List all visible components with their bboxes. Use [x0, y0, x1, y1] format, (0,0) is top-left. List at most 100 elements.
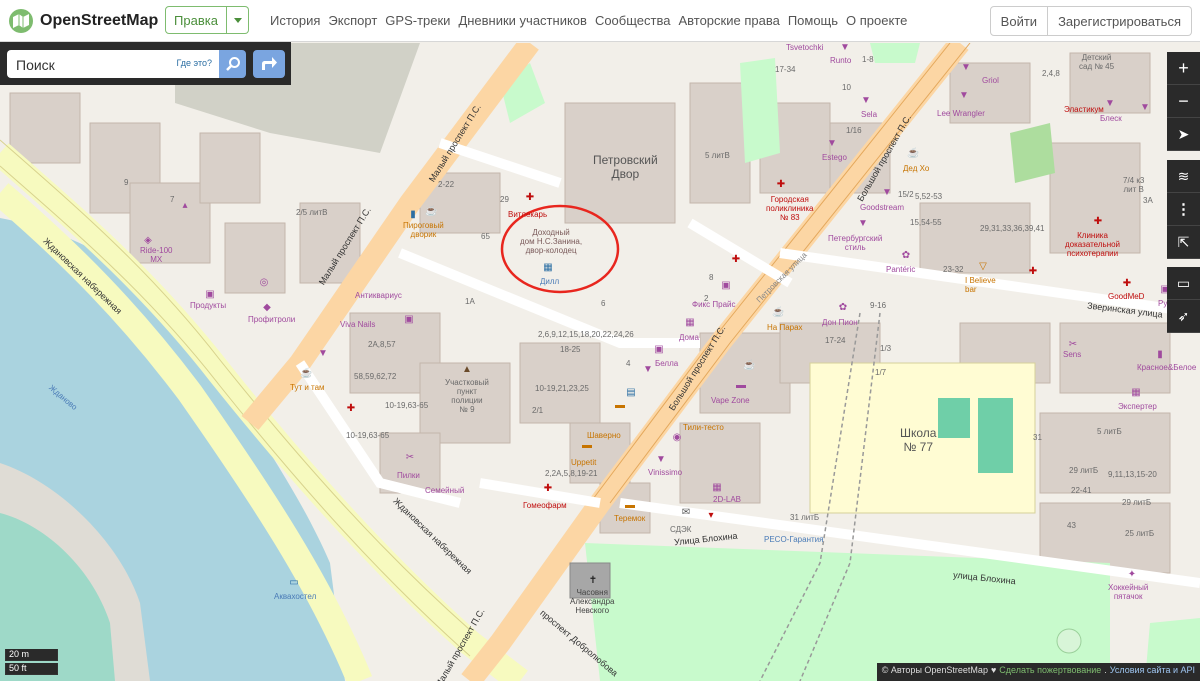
clothes-icon[interactable]: ▼: [643, 365, 653, 375]
house-number: 65: [481, 232, 490, 241]
bicycle-icon[interactable]: ◈: [143, 236, 153, 246]
nav-copyright[interactable]: Авторские права: [678, 13, 779, 28]
nav-about[interactable]: О проекте: [846, 13, 907, 28]
optician-icon[interactable]: ◉: [672, 433, 682, 443]
wine-icon[interactable]: ▼: [656, 455, 666, 465]
pharmacy-icon[interactable]: ✚: [525, 193, 535, 203]
dentist-icon[interactable]: ▾: [706, 511, 716, 521]
clothes-icon[interactable]: ▼: [882, 188, 892, 198]
terms-link[interactable]: Условия сайта и API: [1110, 665, 1195, 679]
label-sdek: СДЭК: [670, 525, 692, 534]
shop-icon[interactable]: ▦: [685, 318, 695, 328]
house-number: 10-19,63-65: [385, 401, 429, 410]
info-icon: ⋮: [1176, 201, 1191, 218]
post-icon[interactable]: ✉: [681, 508, 691, 518]
clothes-icon[interactable]: ▼: [861, 96, 871, 106]
clothes-icon[interactable]: ▼: [827, 139, 837, 149]
zoom-out-button[interactable]: −: [1167, 85, 1200, 118]
layers-button[interactable]: ≋: [1167, 160, 1200, 193]
clothes-icon[interactable]: ▼: [318, 349, 328, 359]
nav-communities[interactable]: Сообщества: [595, 13, 671, 28]
search-button[interactable]: [219, 50, 246, 78]
house-number: 7: [170, 195, 175, 204]
pet-icon[interactable]: ✿: [901, 251, 911, 261]
supermarket-icon[interactable]: ▦: [543, 263, 553, 273]
chevron-down-icon: [233, 17, 242, 23]
cafe-icon[interactable]: ☕: [425, 207, 437, 217]
login-button[interactable]: Войти: [989, 6, 1049, 36]
cafe-icon[interactable]: ☕: [743, 361, 755, 371]
shop-icon[interactable]: ▼: [1105, 99, 1115, 109]
hotel-icon[interactable]: ▤: [626, 388, 636, 398]
shop-icon[interactable]: ▦: [712, 483, 722, 493]
label-runto: Runto: [830, 56, 852, 65]
shop-icon[interactable]: ▼: [1140, 103, 1150, 113]
clinic-icon[interactable]: ✚: [776, 180, 786, 190]
beauty-icon[interactable]: ✂: [1068, 340, 1078, 350]
cafe-icon[interactable]: ☕: [300, 369, 312, 379]
doctor-icon[interactable]: ✚: [346, 404, 356, 414]
add-note-button[interactable]: ▭: [1167, 267, 1200, 300]
signup-button[interactable]: Зарегистрироваться: [1048, 6, 1192, 36]
info-button[interactable]: ⋮: [1167, 193, 1200, 226]
fast-food-icon[interactable]: ▬: [615, 401, 625, 411]
share-button[interactable]: ⇱: [1167, 226, 1200, 259]
edit-dropdown-button[interactable]: [227, 6, 249, 34]
bar-icon[interactable]: ▽: [978, 262, 988, 272]
convenience-icon[interactable]: ▣: [205, 290, 215, 300]
label-panteric: Pantéric: [886, 265, 916, 274]
clinic-icon[interactable]: ✚: [1122, 279, 1132, 289]
brand[interactable]: OpenStreetMap: [8, 8, 158, 34]
label-sens: Sens: [1063, 350, 1082, 359]
clothes-icon[interactable]: ▼: [858, 219, 868, 229]
label-semeyny: Семейный: [425, 486, 465, 495]
bakery-icon[interactable]: ◆: [262, 303, 272, 313]
shop-icon[interactable]: ▼: [840, 43, 850, 53]
label-tili-testo: Тили-тесто: [683, 423, 724, 432]
shop-icon[interactable]: ▣: [404, 315, 414, 325]
shop-icon[interactable]: ▼: [961, 63, 971, 73]
map-canvas[interactable]: Петровский Двор Доходный дом Н.С.Занина,…: [0, 43, 1200, 681]
nav-help[interactable]: Помощь: [788, 13, 838, 28]
shop-icon[interactable]: ▴: [180, 201, 190, 211]
label-ride: Ride-100 MX: [140, 246, 173, 264]
directions-button[interactable]: [253, 50, 285, 78]
hostel-icon[interactable]: ▭: [289, 578, 299, 588]
bus-stop-icon[interactable]: ▮: [408, 210, 418, 220]
doctor-icon[interactable]: ✚: [1028, 267, 1038, 277]
house-number: 43: [1067, 521, 1076, 530]
shop-icon[interactable]: ▣: [654, 345, 664, 355]
police-icon[interactable]: ▲: [462, 365, 472, 375]
nav-history[interactable]: История: [270, 13, 320, 28]
clinic-icon[interactable]: ✚: [1093, 217, 1103, 227]
florist-icon[interactable]: ✿: [838, 303, 848, 313]
fast-food-icon[interactable]: ▬: [625, 501, 635, 511]
restaurant-icon[interactable]: ☕: [907, 149, 919, 159]
shop-icon[interactable]: ▣: [721, 281, 731, 291]
where-is-this-link[interactable]: Где это?: [177, 58, 212, 68]
nav-export[interactable]: Экспорт: [328, 13, 377, 28]
cafe-icon[interactable]: ☕: [772, 308, 784, 318]
vape-icon[interactable]: ▬: [736, 381, 746, 391]
alcohol-icon[interactable]: ▮: [1155, 350, 1165, 360]
fast-food-icon[interactable]: ▬: [582, 441, 592, 451]
donate-link[interactable]: Сделать пожертвование: [999, 665, 1101, 679]
query-features-button[interactable]: ➶: [1167, 300, 1200, 333]
pharmacy-icon[interactable]: ✚: [543, 484, 553, 494]
shop-icon[interactable]: ▦: [1131, 388, 1141, 398]
nav-diaries[interactable]: Дневники участников: [458, 13, 587, 28]
beauty-icon[interactable]: ✂: [405, 453, 415, 463]
edit-button[interactable]: Правка: [165, 6, 227, 34]
church-icon[interactable]: ✝: [588, 576, 598, 586]
clothes-icon[interactable]: ▼: [959, 91, 969, 101]
jewelry-icon[interactable]: ◎: [259, 278, 269, 288]
zoom-controls: + − ➤: [1167, 52, 1200, 151]
sport-icon[interactable]: ✦: [1127, 570, 1137, 580]
attribution-authors[interactable]: © Авторы OpenStreetMap: [882, 665, 988, 679]
zoom-in-button[interactable]: +: [1167, 52, 1200, 85]
pharmacy-icon[interactable]: ✚: [731, 255, 741, 265]
locate-button[interactable]: ➤: [1167, 118, 1200, 151]
nav-gps-traces[interactable]: GPS-треки: [385, 13, 450, 28]
search-input[interactable]: [14, 50, 168, 80]
label-vitlekar: Витлекарь: [508, 210, 548, 219]
